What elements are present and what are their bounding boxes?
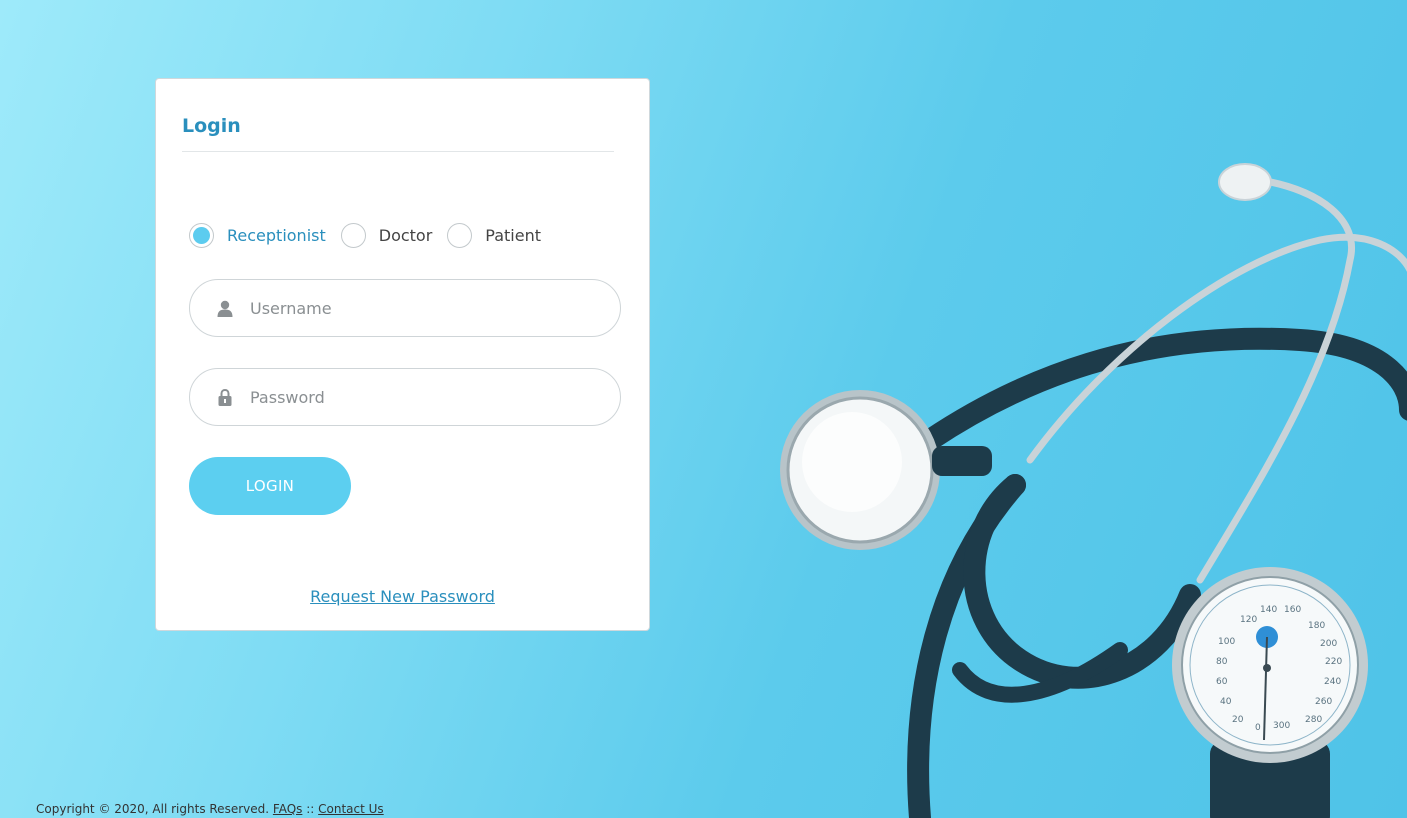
svg-text:100: 100	[1218, 637, 1235, 647]
svg-text:180: 180	[1308, 621, 1325, 631]
lock-icon	[217, 388, 233, 406]
svg-text:80: 80	[1216, 657, 1228, 667]
role-label-receptionist: Receptionist	[227, 225, 326, 245]
radio-receptionist[interactable]	[189, 222, 214, 248]
role-label-patient: Patient	[485, 225, 542, 245]
role-option-doctor[interactable]: Doctor	[340, 222, 433, 248]
faqs-link[interactable]: FAQs	[273, 802, 303, 816]
request-new-password-link[interactable]: Request New Password	[310, 587, 495, 606]
svg-text:0: 0	[1255, 723, 1261, 733]
svg-text:240: 240	[1324, 677, 1341, 687]
stethoscope-illustration: 120 140 160 180 200 220 240 260 280 300 …	[780, 163, 1407, 818]
login-title: Login	[182, 115, 241, 137]
username-field[interactable]	[189, 279, 621, 337]
svg-text:220: 220	[1325, 657, 1342, 667]
user-icon	[217, 299, 233, 317]
contact-us-link[interactable]: Contact Us	[318, 802, 384, 816]
svg-text:120: 120	[1240, 615, 1257, 625]
svg-text:60: 60	[1216, 677, 1228, 687]
title-divider	[182, 151, 614, 152]
role-option-patient[interactable]: Patient	[447, 222, 542, 248]
request-password-container: Request New Password	[156, 587, 649, 606]
role-selector: Receptionist Doctor Patient	[189, 222, 556, 248]
radio-patient[interactable]	[447, 222, 473, 248]
radio-doctor[interactable]	[340, 222, 366, 248]
role-option-receptionist[interactable]: Receptionist	[189, 222, 326, 248]
username-input[interactable]	[250, 298, 590, 318]
svg-text:20: 20	[1232, 715, 1244, 725]
footer-separator: ::	[306, 802, 315, 816]
svg-text:140: 140	[1260, 605, 1277, 615]
copyright-text: Copyright © 2020, All rights Reserved.	[36, 802, 270, 816]
svg-text:280: 280	[1305, 715, 1322, 725]
password-field[interactable]	[189, 368, 621, 426]
svg-text:40: 40	[1220, 697, 1232, 707]
svg-text:200: 200	[1320, 639, 1337, 649]
password-input[interactable]	[250, 387, 590, 407]
login-button[interactable]: LOGIN	[189, 457, 351, 515]
svg-text:160: 160	[1284, 605, 1301, 615]
svg-text:300: 300	[1273, 721, 1290, 731]
footer: Copyright © 2020, All rights Reserved. F…	[36, 802, 384, 816]
svg-text:260: 260	[1315, 697, 1332, 707]
role-label-doctor: Doctor	[378, 225, 433, 245]
login-card: Login Receptionist Doctor Patient Userna…	[155, 78, 650, 631]
